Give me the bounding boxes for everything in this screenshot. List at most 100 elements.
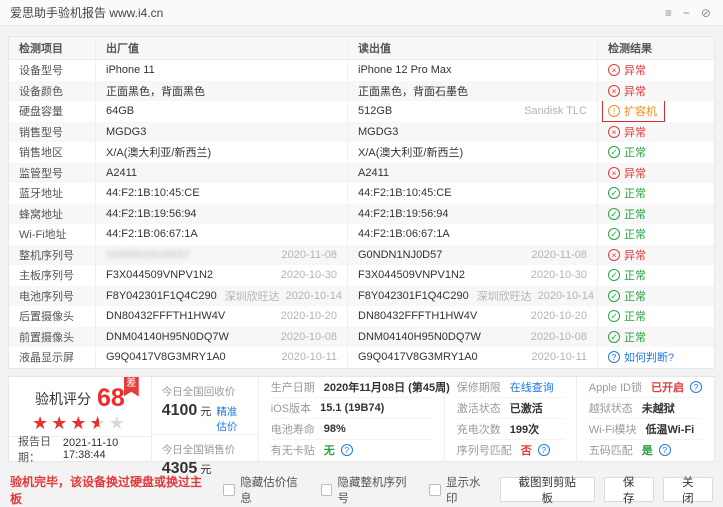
status-icon: × [608,249,620,261]
info-value: 已激活 [510,400,543,416]
factory-note: 深圳欣旺达 [217,288,280,304]
row-item-label: 设备型号 [9,60,95,81]
info-value: 98% [324,423,346,435]
row-read-cell: A2411 [347,163,597,184]
star-icon: ★★ [89,414,108,432]
read-date: 2020-10-08 [531,331,587,343]
read-value: 正面黑色，背面石墨色 [358,83,587,99]
report-date: 报告日期： 2021-11-10 17:38:44 [9,436,151,461]
action-button[interactable]: 截图到剪贴板 [500,477,595,502]
sale-price-section: 今日全国销售价 4305 元 [152,435,258,478]
info-item: 序列号匹配 否 ? [457,440,564,460]
read-value: G9Q0417V8G3MRY1A0 [358,351,524,363]
info-value[interactable]: 在线查询 [510,379,554,395]
row-result-cell: ! 扩容机 [597,101,714,122]
checkbox[interactable] [321,484,333,496]
report-date-label: 报告日期： [18,433,61,465]
info-label: 五码匹配 [589,442,633,458]
read-note: Sandisk TLC [516,105,587,117]
status-badge: ✓ 正常 [608,206,646,222]
checkbox-option[interactable]: 隐藏估价信息 [223,474,307,506]
checkbox-option[interactable]: 显示水印 [429,474,491,506]
factory-value: F8Y042301F1Q4C290 [106,290,217,302]
row-result-cell: ✓ 正常 [597,204,714,225]
menu-icon[interactable]: ≡ [665,7,672,19]
screenshot-icon[interactable]: ⊘ [701,7,711,19]
status-badge: × 异常 [608,83,646,99]
table-row: Wi-Fi地址 44:F2:1B:06:67:1A 44:F2:1B:06:67… [9,224,714,245]
info-label: 有无卡贴 [271,442,315,458]
row-factory-cell: 正面黑色，背面黑色 [95,81,347,102]
row-factory-cell: F3X044509VNPV1N2 2020-10-30 [95,265,347,286]
status-badge[interactable]: ? 如何判断? [608,349,674,365]
help-icon[interactable]: ? [538,444,550,456]
row-factory-cell: DNM04140H95N0DQ7W 2020-10-08 [95,327,347,348]
table-row: 蓝牙地址 44:F2:1B:10:45:CE 44:F2:1B:10:45:CE… [9,183,714,204]
status-text[interactable]: 如何判断? [624,349,674,365]
row-item-label: 蜂窝地址 [9,204,95,225]
checkbox-option[interactable]: 隐藏整机序列号 [321,474,417,506]
row-read-cell: 44:F2:1B:06:67:1A [347,224,597,245]
table-row: 设备颜色 正面黑色，背面黑色 正面黑色，背面石墨色 × 异常 [9,81,714,102]
star-rating: ★★★★★★ [9,414,151,432]
read-date: 2020-11-08 [532,249,587,261]
recycle-price-label: 今日全国回收价 [162,384,248,399]
info-column: Apple ID锁 已开启 ? 越狱状态 未越狱 Wi-Fi模块 低温Wi-Fi… [577,377,714,461]
row-item-label: 蓝牙地址 [9,183,95,204]
row-read-cell: 44:F2:1B:19:56:94 [347,204,597,225]
factory-value: 正面黑色，背面黑色 [106,83,337,99]
estimate-link[interactable]: 精准估价 [216,404,247,434]
row-result-cell: × 异常 [597,60,714,81]
status-text: 异常 [624,62,646,78]
table-row: 前置摄像头 DNM04140H95N0DQ7W 2020-10-08 DNM04… [9,327,714,348]
checkbox[interactable] [429,484,441,496]
status-text: 正常 [624,267,646,283]
status-text: 异常 [624,247,646,263]
help-icon[interactable]: ? [341,444,353,456]
factory-value: 44:F2:1B:10:45:CE [106,187,337,199]
read-date: 2020-10-14 [538,290,594,302]
action-button[interactable]: 保存 [604,477,654,502]
recycle-price-value: 4100 [162,402,198,420]
row-read-cell: G0NDN1NJ0D57 2020-11-08 [347,245,597,266]
row-read-cell: G9Q0417V8G3MRY1A0 2020-10-11 [347,347,597,368]
read-date: 2020-10-30 [531,269,587,281]
row-factory-cell: 44:F2:1B:10:45:CE [95,183,347,204]
action-button[interactable]: 关闭 [663,477,713,502]
status-icon: ✓ [608,310,620,322]
row-result-cell: ✓ 正常 [597,265,714,286]
row-item-label: 整机序列号 [9,245,95,266]
row-factory-cell: 64GB [95,101,347,122]
status-text: 正常 [624,185,646,201]
status-badge: ✓ 正常 [608,329,646,345]
status-text: 扩容机 [624,103,657,119]
status-badge: × 异常 [608,62,646,78]
status-badge: ! 扩容机 [602,101,665,122]
row-result-cell: × 异常 [597,81,714,102]
checkbox[interactable] [223,484,235,496]
row-read-cell: MGDG3 [347,122,597,143]
checkbox-label: 隐藏整机序列号 [337,474,416,506]
factory-value: X/A(澳大利亚/新西兰) [106,144,337,160]
window-title: 爱思助手验机报告 www.i4.cn [10,4,163,21]
row-read-cell: F8Y042301F1Q4C290 深圳欣旺达 2020-10-14 [347,286,597,307]
help-icon[interactable]: ? [690,381,702,393]
help-icon[interactable]: ? [659,444,671,456]
row-factory-cell: X/A(澳大利亚/新西兰) [95,142,347,163]
checkbox-group: 隐藏估价信息 隐藏整机序列号 显示水印 [210,474,491,506]
row-read-cell: 正面黑色，背面石墨色 [347,81,597,102]
minimize-icon[interactable]: − [683,7,690,19]
status-icon: ✓ [608,290,620,302]
info-value: 199次 [510,421,539,437]
star-icon: ★ [51,414,70,432]
status-text: 异常 [624,165,646,181]
info-label: Wi-Fi模块 [589,421,637,437]
read-value: 512GB [358,105,516,117]
row-result-cell: × 异常 [597,163,714,184]
row-result-cell: ✓ 正常 [597,306,714,327]
table-row: 硬盘容量 64GB 512GB Sandisk TLC ! 扩容机 [9,101,714,122]
info-value: 否 [521,442,532,458]
info-column: 生产日期 2020年11月08日 (第45周) iOS版本 15.1 (19B7… [259,377,445,461]
info-item: Apple ID锁 已开启 ? [589,377,702,398]
row-result-cell: ✓ 正常 [597,286,714,307]
